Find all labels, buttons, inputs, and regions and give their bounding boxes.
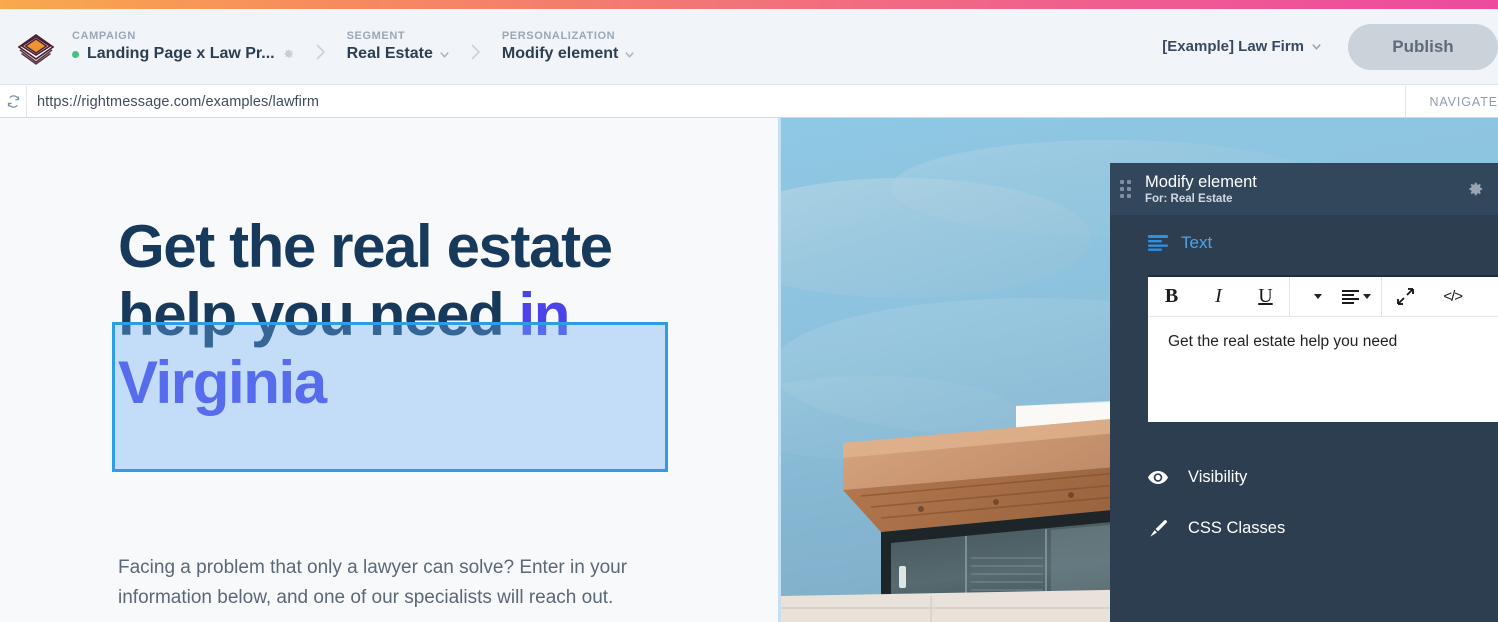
paragraph-format-button[interactable]: ¶	[1290, 277, 1332, 317]
breadcrumb-title-personalization: Modify element	[501, 45, 619, 62]
campaign-status-dot	[72, 50, 79, 58]
logo-container[interactable]	[0, 25, 72, 69]
breadcrumb-separator-1	[295, 34, 347, 60]
navigate-label: NAVIGATE	[1429, 94, 1498, 109]
breadcrumb-item-segment[interactable]: SEGMENT Real Estate	[347, 9, 450, 84]
page-subcopy: Facing a problem that only a lawyer can …	[118, 557, 628, 608]
panel-title: Modify element	[1145, 173, 1257, 191]
eye-icon	[1148, 471, 1168, 484]
italic-button[interactable]: I	[1195, 277, 1242, 317]
panel-option-css-classes[interactable]: CSS Classes	[1110, 503, 1498, 554]
panel-header: Modify element For: Real Estate	[1110, 163, 1498, 215]
code-view-button[interactable]: </>	[1429, 277, 1476, 317]
align-left-icon	[1342, 289, 1360, 304]
move-crosshair-icon	[1420, 100, 1422, 103]
underline-button[interactable]: U	[1242, 277, 1289, 317]
header-actions: [Example] Law Firm Publish	[1162, 9, 1498, 84]
navigate-mode-button[interactable]: NAVIGATE	[1405, 86, 1498, 117]
breadcrumb-kicker-segment: SEGMENT	[346, 30, 406, 42]
breadcrumb-title-segment: Real Estate	[346, 45, 433, 62]
rich-text-editor: B I U ¶ </> Get the real estate help you…	[1148, 275, 1498, 422]
url-input[interactable]: https://rightmessage.com/examples/lawfir…	[26, 86, 1405, 117]
brush-icon	[1148, 519, 1168, 539]
panel-settings-gear-icon[interactable]	[1466, 180, 1484, 198]
campaign-gear-icon[interactable]	[281, 47, 295, 61]
account-chevron-down-icon	[1312, 44, 1321, 50]
segment-chevron-down-icon[interactable]	[439, 49, 450, 60]
editor-value: Get the real estate help you need	[1168, 333, 1398, 350]
url-bar: https://rightmessage.com/examples/lawfir…	[0, 86, 1498, 118]
pilcrow-icon: ¶	[1300, 285, 1311, 307]
account-label: [Example] Law Firm	[1162, 38, 1304, 55]
drag-handle-icon[interactable]	[1120, 180, 1134, 198]
url-text: https://rightmessage.com/examples/lawfir…	[37, 93, 320, 110]
panel-subtitle: For: Real Estate	[1145, 193, 1233, 205]
expand-arrows-icon	[1397, 288, 1415, 305]
text-lines-icon	[1148, 235, 1168, 251]
breadcrumb-separator-2	[450, 34, 502, 60]
paragraph-chevron-down-icon	[1314, 294, 1323, 299]
rightmessage-logo-icon	[14, 25, 58, 69]
personalization-chevron-down-icon[interactable]	[624, 49, 635, 60]
breadcrumb: CAMPAIGN Landing Page x Law Pr... SEGMEN…	[72, 9, 1162, 84]
option-label-visibility: Visibility	[1188, 468, 1248, 486]
option-label-css-classes: CSS Classes	[1188, 519, 1286, 537]
align-chevron-down-icon	[1363, 294, 1372, 299]
panel-body: Text B I U ¶ </> Get the real estate hel…	[1110, 215, 1498, 554]
breadcrumb-kicker-personalization: PERSONALIZATION	[501, 30, 616, 42]
app-root: CAMPAIGN Landing Page x Law Pr... SEGMEN…	[0, 0, 1498, 622]
section-label-text: Text	[1181, 233, 1213, 252]
breadcrumb-item-campaign[interactable]: CAMPAIGN Landing Page x Law Pr...	[72, 9, 295, 84]
code-brackets-icon: </>	[1443, 288, 1463, 305]
editor-toolbar: B I U ¶ </>	[1148, 276, 1498, 317]
panel-section-text[interactable]: Text	[1110, 215, 1498, 271]
account-switcher[interactable]: [Example] Law Firm	[1162, 38, 1322, 55]
app-header: CAMPAIGN Landing Page x Law Pr... SEGMEN…	[0, 9, 1498, 85]
breadcrumb-kicker-campaign: CAMPAIGN	[72, 30, 136, 42]
reload-button[interactable]	[0, 86, 26, 117]
page-content-left: Get the real estate help you need in Vir…	[0, 118, 781, 622]
panel-option-visibility[interactable]: Visibility	[1110, 452, 1498, 503]
brand-gradient-bar	[0, 0, 1498, 9]
breadcrumb-item-personalization[interactable]: PERSONALIZATION Modify element	[502, 9, 635, 84]
refresh-icon	[7, 95, 19, 108]
element-selection-box[interactable]	[112, 322, 668, 472]
expand-button[interactable]	[1382, 277, 1429, 317]
publish-button[interactable]: Publish	[1348, 23, 1498, 70]
panel-spacer	[1110, 422, 1498, 452]
bold-button[interactable]: B	[1148, 277, 1195, 317]
editor-content-area[interactable]: Get the real estate help you need	[1148, 317, 1498, 422]
panel-title-group: Modify element For: Real Estate	[1145, 173, 1466, 205]
modify-element-panel: Modify element For: Real Estate Text B I…	[1110, 163, 1498, 622]
breadcrumb-title-campaign: Landing Page x Law Pr...	[87, 45, 275, 62]
align-button[interactable]	[1332, 277, 1381, 317]
